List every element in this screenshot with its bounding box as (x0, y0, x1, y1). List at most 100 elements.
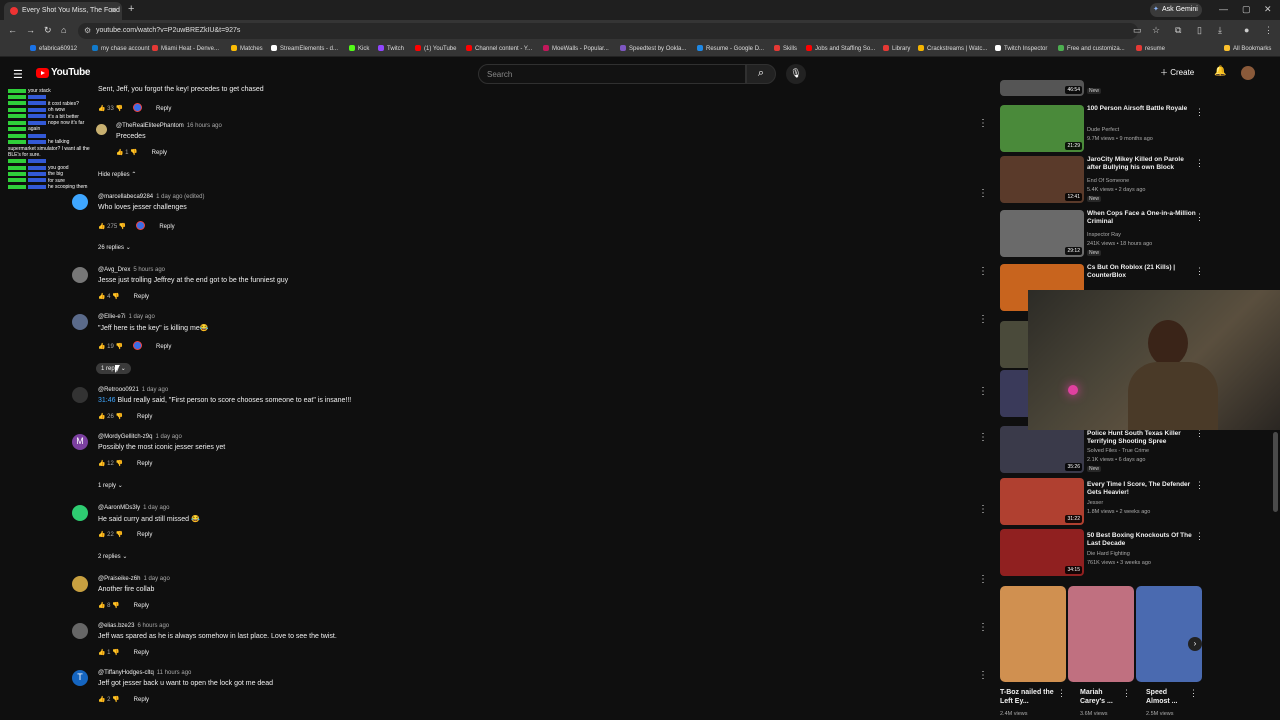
profile-icon[interactable]: ● (1244, 25, 1249, 35)
comment-author[interactable]: @Retrooo0921 1 day ago (98, 387, 168, 393)
channel-name[interactable]: Jesser (1087, 500, 1103, 506)
chrome-menu-icon[interactable]: ⋮ (1264, 25, 1273, 36)
reply-button[interactable]: Reply (137, 414, 152, 420)
show-replies-button[interactable]: 1 reply ⌄ (96, 363, 131, 374)
home-icon[interactable]: ⌂ (61, 25, 66, 35)
scrollbar-thumb[interactable] (1273, 432, 1278, 512)
search-button[interactable]: ⌕ (746, 64, 776, 84)
short-title[interactable]: Mariah Carey's ... (1080, 688, 1122, 706)
short-menu-icon[interactable]: ⋮ (1057, 688, 1066, 699)
reply-button[interactable]: Reply (134, 650, 149, 656)
video-thumbnail[interactable]: 12:41 (1000, 156, 1084, 203)
comment-author[interactable]: @marcellabeca9284 1 day ago (edited) (98, 194, 205, 200)
bookmark-item[interactable]: Speedtest by Ookla... (620, 45, 686, 52)
dislike-icon[interactable]: 👎 (116, 414, 123, 420)
video-title[interactable]: Cs But On Roblox (21 Kills) | CounterBlo… (1087, 264, 1199, 280)
related-video[interactable]: 29:12 When Cops Face a One-in-a-Million … (995, 210, 1205, 260)
more-actions-icon[interactable]: ⋮ (978, 188, 988, 199)
more-actions-icon[interactable]: ⋮ (978, 432, 988, 443)
star-icon[interactable]: ☆ (1152, 25, 1160, 36)
ask-gemini-button[interactable]: Ask Gemini (1150, 3, 1202, 17)
bookmark-item[interactable]: All Bookmarks (1224, 45, 1271, 52)
bookmark-item[interactable]: MoeWalls - Popular... (543, 45, 609, 52)
like-icon[interactable]: 👍 (116, 150, 123, 156)
dislike-icon[interactable]: 👎 (112, 697, 119, 703)
video-menu-icon[interactable]: ⋮ (1195, 266, 1204, 277)
reply-button[interactable]: Reply (134, 697, 149, 703)
bookmark-item[interactable]: Crackstreams | Watc... (918, 45, 987, 52)
avatar[interactable] (72, 576, 88, 592)
dislike-icon[interactable]: 👎 (112, 650, 119, 656)
avatar[interactable] (72, 623, 88, 639)
reply-button[interactable]: Reply (159, 224, 174, 230)
youtube-logo-text[interactable]: YouTube (51, 67, 91, 78)
bookmark-item[interactable]: Jobs and Staffing So... (806, 45, 875, 52)
download-icon[interactable]: ⤓ (1218, 25, 1222, 36)
like-icon[interactable]: 👍 (98, 650, 105, 656)
more-actions-icon[interactable]: ⋮ (978, 504, 988, 515)
comment-author[interactable]: @Praiseike-z6h 1 day ago (98, 576, 170, 582)
like-icon[interactable]: 👍 (98, 697, 105, 703)
comment-author[interactable]: @elias.bze23 6 hours ago (98, 623, 169, 629)
close-tab-icon[interactable]: ✕ (110, 6, 117, 15)
like-icon[interactable]: 👍 (98, 532, 105, 538)
more-actions-icon[interactable]: ⋮ (978, 386, 988, 397)
url-bar[interactable]: ⚙ youtube.com/watch?v=P2uwBREZkIU&t=927s (78, 23, 1138, 39)
short-thumbnail[interactable] (1136, 586, 1202, 682)
dislike-icon[interactable]: 👎 (119, 224, 126, 230)
bookmark-item[interactable]: efabrica60912 (30, 45, 77, 52)
account-avatar[interactable] (1241, 66, 1255, 80)
notifications-bell-icon[interactable]: 🔔 (1214, 66, 1226, 77)
related-video[interactable]: 46:54 New (995, 80, 1205, 104)
video-title[interactable]: JaroCity Mikey Killed on Parole after Bu… (1087, 156, 1199, 172)
bookmark-item[interactable]: Kick (349, 45, 369, 52)
related-video[interactable]: 21:29 100 Person Airsoft Battle Royale D… (995, 105, 1205, 155)
video-title[interactable]: Every Time I Score, The Defender Gets He… (1087, 481, 1199, 497)
voice-search-icon[interactable]: 🎙 (786, 64, 806, 84)
dislike-icon[interactable]: 👎 (112, 603, 119, 609)
video-menu-icon[interactable]: ⋮ (1195, 480, 1204, 491)
video-title[interactable]: 100 Person Airsoft Battle Royale (1087, 105, 1199, 113)
bookmark-item[interactable]: Twitch Inspector (995, 45, 1047, 52)
comment-author[interactable]: @TiffanyHodges-cltq 11 hours ago (98, 670, 191, 676)
like-icon[interactable]: 👍 (98, 224, 105, 230)
cast-icon[interactable]: ▭ (1133, 25, 1142, 36)
show-replies-button[interactable]: 1 reply ⌄ (98, 482, 123, 489)
sidepanel-icon[interactable]: ▯ (1197, 25, 1202, 36)
bookmark-item[interactable]: StreamElements - d... (271, 45, 338, 52)
bookmark-item[interactable]: my chase account (92, 45, 149, 52)
more-actions-icon[interactable]: ⋮ (978, 670, 988, 681)
reply-button[interactable]: Reply (137, 461, 152, 467)
comment-author[interactable]: @AaronMDs3ly 1 day ago (98, 505, 169, 511)
related-video[interactable]: 12:41 JaroCity Mikey Killed on Parole af… (995, 156, 1205, 206)
short-menu-icon[interactable]: ⋮ (1122, 688, 1131, 699)
shorts-next-icon[interactable]: › (1188, 637, 1202, 651)
video-menu-icon[interactable]: ⋮ (1195, 531, 1204, 542)
site-info-icon[interactable]: ⚙ (84, 26, 91, 35)
reply-button[interactable]: Reply (156, 106, 171, 112)
dislike-icon[interactable]: 👎 (116, 106, 123, 112)
short-title[interactable]: Speed Almost ... (1146, 688, 1186, 706)
related-video[interactable]: 31:22 Every Time I Score, The Defender G… (995, 478, 1205, 528)
reply-button[interactable]: Reply (156, 344, 171, 350)
bookmark-item[interactable]: Channel content - Y... (466, 45, 532, 52)
video-menu-icon[interactable]: ⋮ (1195, 107, 1204, 118)
dislike-icon[interactable]: 👎 (116, 461, 123, 467)
comment-author[interactable]: @MordyGellitch-z9q 1 day ago (98, 434, 182, 440)
more-actions-icon[interactable]: ⋮ (978, 118, 988, 129)
create-button[interactable]: ＋ Create (1160, 67, 1194, 78)
video-menu-icon[interactable]: ⋮ (1195, 212, 1204, 223)
bookmark-item[interactable]: (1) YouTube (415, 45, 456, 52)
new-tab-button[interactable]: + (128, 3, 134, 15)
short-title[interactable]: T-Boz nailed the Left Ey... (1000, 688, 1055, 706)
bookmark-item[interactable]: Twitch (378, 45, 404, 52)
related-video[interactable]: 35:26 Police Hunt South Texas Killer Ter… (995, 426, 1205, 476)
menu-icon[interactable]: ☰ (13, 68, 23, 81)
video-thumbnail[interactable]: 21:29 (1000, 105, 1084, 152)
show-replies-button[interactable]: 2 replies ⌄ (98, 553, 127, 560)
reply-button[interactable]: Reply (134, 603, 149, 609)
minimize-icon[interactable]: — (1219, 4, 1228, 14)
video-title[interactable]: Police Hunt South Texas Killer Terrifyin… (1087, 430, 1199, 446)
like-icon[interactable]: 👍 (98, 603, 105, 609)
maximize-icon[interactable]: ▢ (1242, 4, 1251, 15)
